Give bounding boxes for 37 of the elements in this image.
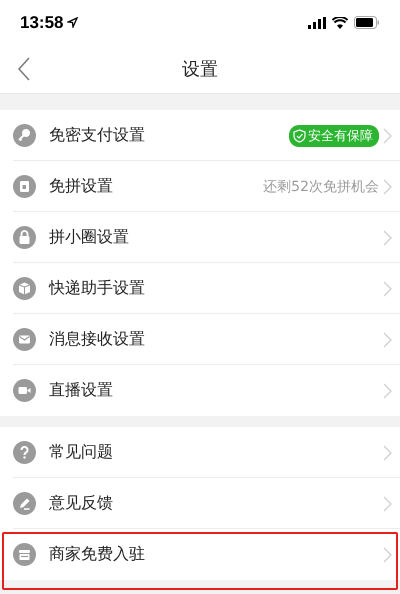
wifi-icon [332,16,348,28]
lock-icon [13,226,36,249]
chevron-icon [383,444,392,460]
mail-icon [13,328,36,351]
key-icon [13,124,36,147]
signal-icon [308,16,326,28]
chevron-icon [383,280,392,296]
detail-text: 还剩52次免拼机会 [263,178,379,196]
settings-item[interactable]: 快递助手设置 [0,263,400,314]
question-icon [13,441,36,464]
chevron-icon [383,332,392,348]
status-time: 13:58 [20,12,64,32]
settings-item[interactable]: 直播设置 [0,365,400,416]
shop-icon [13,543,36,566]
box-icon [13,277,36,300]
chevron-icon [383,546,392,562]
settings-item[interactable]: 免拼设置 还剩52次免拼机会 [0,161,400,212]
settings-item[interactable]: 免密支付设置 安全有保障 [0,110,400,161]
pen-icon [13,492,36,515]
shield-check-icon [293,128,306,142]
settings-item[interactable]: 消息接收设置 [0,314,400,365]
battery-icon [354,16,380,29]
settings-item[interactable]: 意见反馈 [0,478,400,529]
card-icon [13,175,36,198]
chevron-icon [383,230,392,246]
video-icon [13,379,36,402]
back-icon [17,56,31,82]
settings-item[interactable]: 商家免费入驻 [0,529,400,580]
settings-item[interactable]: 常见问题 [0,427,400,478]
chevron-icon [383,178,392,194]
settings-item[interactable]: 拼小圈设置 [0,212,400,263]
location-arrow-icon [67,17,78,28]
chevron-icon [383,128,392,144]
page-title: 设置 [182,58,218,81]
chevron-icon [383,496,392,512]
chevron-icon [383,382,392,398]
security-badge: 安全有保障 [289,124,379,146]
